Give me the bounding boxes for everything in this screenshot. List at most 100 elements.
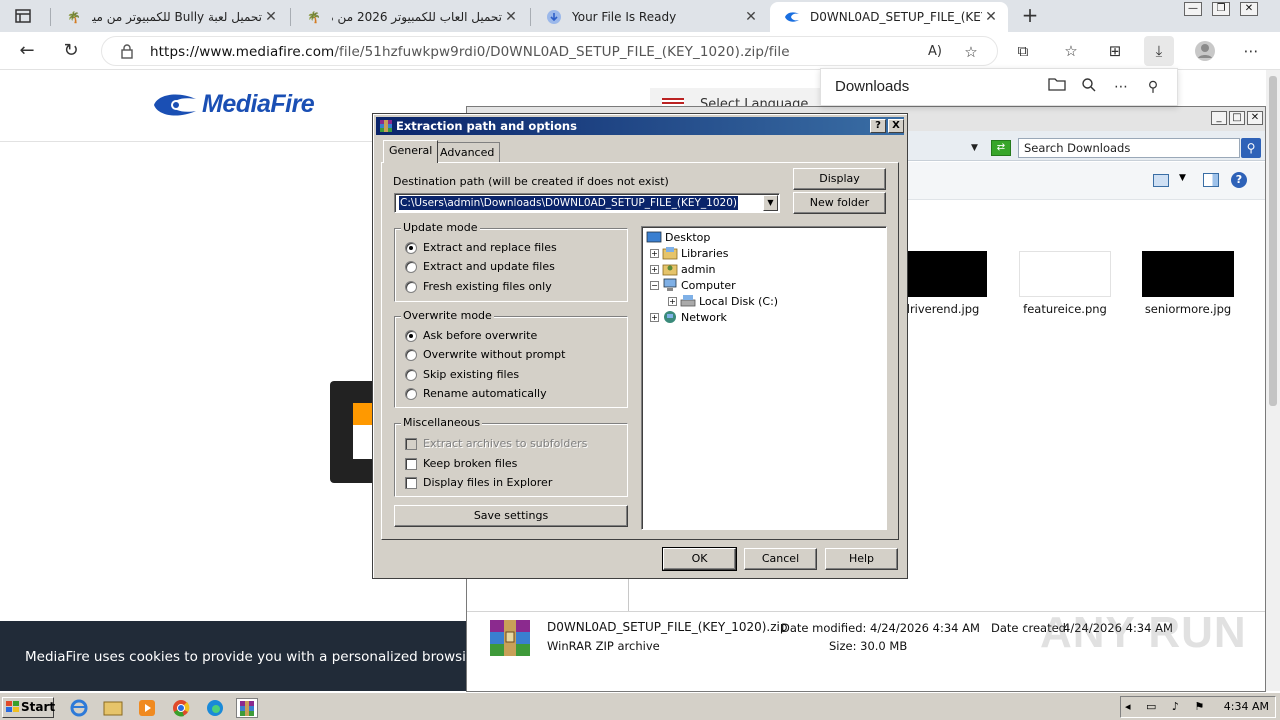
destination-path-value[interactable]: C:\Users\admin\Downloads\D0WNL0AD_SETUP_… [399, 196, 738, 210]
thumbnail-label[interactable]: seniormore.jpg [1142, 302, 1234, 316]
lock-icon[interactable] [120, 43, 134, 59]
checkbox-display-explorer[interactable]: Display files in Explorer [405, 476, 552, 489]
restore-window-icon[interactable]: ❐ [1212, 2, 1230, 16]
cancel-button[interactable]: Cancel [744, 548, 817, 570]
mediafire-logo[interactable]: MediaFire [152, 90, 315, 119]
open-folder-icon[interactable] [1047, 77, 1067, 97]
radio-extract-replace[interactable]: Extract and replace files [405, 241, 557, 254]
radio-fresh-existing[interactable]: Fresh existing files only [405, 280, 552, 293]
tree-node-computer[interactable]: − Computer [650, 278, 736, 292]
close-tab-icon[interactable]: ✕ [502, 9, 520, 25]
internet-explorer-icon[interactable] [68, 698, 90, 718]
radio-button[interactable] [405, 260, 417, 273]
expand-icon[interactable]: + [668, 296, 677, 306]
favorites-icon[interactable]: ☆ [1060, 40, 1082, 62]
back-arrow-icon[interactable]: ← [14, 39, 40, 63]
radio-rename-auto[interactable]: Rename automatically [405, 387, 547, 400]
minimize-window-icon[interactable]: — [1184, 2, 1202, 16]
help-button[interactable]: Help [825, 548, 898, 570]
expand-icon[interactable]: + [650, 264, 659, 274]
explorer-minimize-icon[interactable]: _ [1211, 111, 1227, 125]
explorer-search-input[interactable]: Search Downloads [1018, 138, 1240, 158]
tree-node-desktop[interactable]: Desktop [646, 230, 710, 244]
radio-extract-update[interactable]: Extract and update files [405, 260, 555, 273]
more-options-icon[interactable]: ⋯ [1111, 77, 1131, 97]
thumbnail-featureice[interactable] [1019, 251, 1111, 297]
dialog-help-button[interactable]: ? [870, 119, 886, 133]
chrome-icon[interactable] [170, 698, 192, 718]
more-menu-icon[interactable]: ⋯ [1240, 40, 1262, 62]
go-refresh-icon[interactable]: ⇄ [991, 140, 1011, 156]
new-tab-button[interactable]: + [1018, 4, 1042, 28]
destination-path-combobox[interactable]: C:\Users\admin\Downloads\D0WNL0AD_SETUP_… [394, 193, 780, 213]
thumbnail-label[interactable]: featureice.png [1019, 302, 1111, 316]
expand-icon[interactable]: + [650, 248, 659, 258]
read-aloud-icon[interactable]: A) [924, 41, 946, 63]
search-icon[interactable] [1079, 77, 1099, 97]
checkbox-keep-broken[interactable]: Keep broken files [405, 457, 517, 470]
explorer-maximize-icon[interactable]: □ [1229, 111, 1245, 125]
thumbnail-driverend[interactable] [895, 251, 987, 297]
tab-general[interactable]: General [383, 140, 439, 163]
dialog-close-button[interactable]: X [888, 119, 904, 133]
collections-icon[interactable]: ⊞ [1104, 40, 1126, 62]
change-view-icon[interactable] [1153, 174, 1169, 187]
help-icon[interactable]: ? [1231, 172, 1247, 188]
media-player-icon[interactable] [136, 698, 158, 718]
extensions-icon[interactable]: ⧉ [1012, 40, 1034, 62]
file-explorer-icon[interactable] [102, 698, 124, 718]
dropdown-arrow-icon[interactable]: ▼ [763, 195, 778, 211]
close-tab-icon[interactable]: ✕ [742, 9, 760, 25]
radio-ask-before[interactable]: Ask before overwrite [405, 329, 537, 342]
ok-button[interactable]: OK [662, 547, 737, 571]
radio-button[interactable] [405, 329, 417, 342]
preview-pane-icon[interactable] [1203, 173, 1219, 187]
thumbnail-seniormore[interactable] [1142, 251, 1234, 297]
folder-tree[interactable]: Desktop + Libraries + admin − Computer +… [641, 226, 887, 530]
address-dropdown-icon[interactable]: ▼ [971, 143, 978, 153]
checkbox[interactable] [405, 476, 417, 489]
start-button[interactable]: Start [2, 697, 55, 718]
tab-file-ready[interactable]: Your File Is Ready ✕ [532, 2, 768, 32]
tree-node-local-disk[interactable]: + Local Disk (C:) [668, 294, 778, 308]
address-bar[interactable]: https://www.mediafire.com/file/51hzfuwkp… [101, 36, 998, 66]
scrollbar-thumb[interactable] [1269, 76, 1277, 406]
radio-button[interactable] [405, 241, 417, 254]
tree-node-admin[interactable]: + admin [650, 262, 715, 276]
expand-icon[interactable]: + [650, 312, 659, 322]
checkbox[interactable] [405, 457, 417, 470]
tray-icons[interactable]: ◂ ▭ ♪ ⚑ [1125, 700, 1210, 713]
winrar-taskbar-icon[interactable] [236, 698, 258, 718]
search-icon[interactable]: ⚲ [1241, 138, 1261, 158]
radio-overwrite-without[interactable]: Overwrite without prompt [405, 348, 565, 361]
radio-skip-existing[interactable]: Skip existing files [405, 368, 519, 381]
radio-button[interactable] [405, 280, 417, 293]
save-settings-button[interactable]: Save settings [394, 505, 628, 527]
close-window-icon[interactable]: ✕ [1240, 2, 1258, 16]
refresh-icon[interactable]: ↻ [58, 39, 84, 63]
tab-games[interactable]: 🌴 تحميل العاب للكمبيوتر 2026 من ميديا فا… [292, 2, 528, 32]
view-options-dropdown-icon[interactable]: ▼ [1179, 173, 1186, 183]
radio-button[interactable] [405, 387, 417, 400]
profile-avatar-icon[interactable] [1194, 40, 1216, 62]
tab-active-mediafire[interactable]: D0WNL0AD_SETUP_FILE_(KEY_1020).zip ✕ [770, 2, 1008, 32]
close-tab-icon[interactable]: ✕ [982, 9, 1000, 25]
add-favorite-icon[interactable]: ☆ [960, 41, 982, 63]
explorer-close-icon[interactable]: ✕ [1247, 111, 1263, 125]
radio-button[interactable] [405, 368, 417, 381]
downloads-icon[interactable]: ⤓ [1144, 36, 1174, 66]
edge-icon[interactable] [204, 698, 226, 718]
url-text[interactable]: https://www.mediafire.com/file/51hzfuwkp… [150, 44, 790, 60]
display-button[interactable]: Display [793, 168, 886, 190]
tab-bully[interactable]: 🌴 تحميل لعبة Bully للكمبيوتر من ميديا فا… [52, 2, 288, 32]
tree-node-network[interactable]: + Network [650, 310, 727, 324]
tab-advanced[interactable]: Advanced [434, 142, 501, 163]
radio-button[interactable] [405, 348, 417, 361]
thumbnail-label[interactable]: driverend.jpg [895, 302, 987, 316]
tree-node-libraries[interactable]: + Libraries [650, 246, 729, 260]
close-tab-icon[interactable]: ✕ [262, 9, 280, 25]
pin-icon[interactable]: ⚲ [1143, 77, 1163, 97]
tab-actions-icon[interactable] [14, 7, 32, 25]
collapse-icon[interactable]: − [650, 280, 659, 290]
new-folder-button[interactable]: New folder [793, 192, 886, 214]
